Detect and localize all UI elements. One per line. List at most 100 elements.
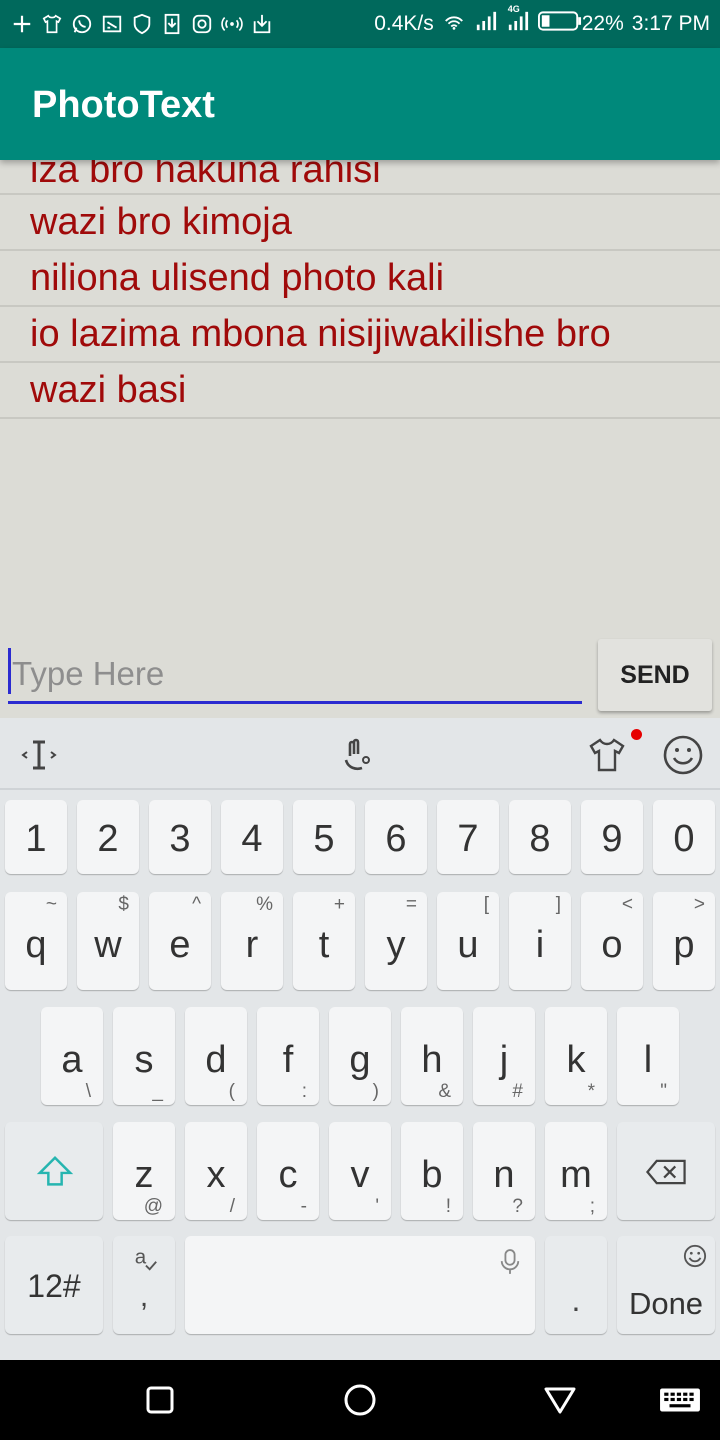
key-f-secondary: :	[301, 1081, 307, 1102]
keyboard-toolbar	[0, 718, 720, 790]
message-list[interactable]: iza bro hakuna rahisi wazi bro kimoja ni…	[0, 140, 720, 420]
key-n[interactable]: n?	[473, 1122, 535, 1220]
key-p-secondary: >	[693, 894, 705, 915]
key-w[interactable]: w $	[77, 892, 139, 990]
theme-shirt-icon[interactable]	[584, 732, 630, 778]
key-i[interactable]: i]	[509, 892, 571, 990]
period-key[interactable]: .	[545, 1236, 607, 1334]
key-p[interactable]: p >	[653, 892, 715, 990]
signal-icon	[474, 10, 498, 38]
key-d-label: d	[205, 1039, 227, 1081]
key-s[interactable]: s _	[113, 1007, 175, 1105]
recents-icon[interactable]	[140, 1380, 180, 1420]
battery-percent: 22%	[581, 12, 624, 35]
key-t-secondary: +	[333, 894, 345, 915]
key-u[interactable]: u[	[437, 892, 499, 990]
done-key[interactable]: Done	[617, 1236, 715, 1334]
space-key[interactable]	[185, 1236, 535, 1334]
microphone-icon	[500, 1249, 520, 1274]
key-9-label: 9	[601, 818, 623, 860]
period-label: .	[571, 1282, 581, 1318]
key-h-secondary: &	[438, 1081, 451, 1102]
key-0[interactable]: 0	[653, 800, 715, 874]
key-m-label: m	[560, 1154, 592, 1196]
home-icon[interactable]	[340, 1380, 380, 1420]
app-title: PhotoText	[32, 84, 215, 126]
key-d-secondary: (	[228, 1081, 235, 1102]
key-5[interactable]: 5	[293, 800, 355, 874]
key-e[interactable]: e ^	[149, 892, 211, 990]
key-a-label: a	[61, 1039, 83, 1081]
key-j-label: j	[499, 1039, 509, 1081]
key-a[interactable]: a \	[41, 1007, 103, 1105]
key-v[interactable]: v '	[329, 1122, 391, 1220]
message-item[interactable]: wazi basi	[0, 363, 720, 419]
key-p-label: p	[673, 924, 695, 966]
message-item[interactable]: wazi bro kimoja	[0, 195, 720, 251]
message-item[interactable]: io lazima mbona nisijiwakilishe bro	[0, 307, 720, 363]
cursor-icon[interactable]	[16, 732, 62, 778]
key-q-secondary: ~	[45, 894, 57, 915]
key-8[interactable]: 8	[509, 800, 571, 874]
key-7[interactable]: 7	[437, 800, 499, 874]
key-y[interactable]: y =	[365, 892, 427, 990]
key-f-label: f	[282, 1039, 294, 1081]
key-2[interactable]: 2	[77, 800, 139, 874]
net-speed: 0.4K/s	[374, 12, 434, 35]
key-2-label: 2	[97, 818, 119, 860]
key-k-secondary: *	[587, 1081, 595, 1102]
key-s-secondary: _	[152, 1081, 163, 1102]
key-w-label: w	[94, 924, 122, 966]
key-v-secondary: '	[375, 1196, 379, 1217]
message-item[interactable]: niliona ulisend photo kali	[0, 251, 720, 307]
key-r-label: r	[245, 924, 259, 966]
key-9[interactable]: 9	[581, 800, 643, 874]
key-b[interactable]: b!	[401, 1122, 463, 1220]
key-x-secondary: /	[229, 1196, 235, 1217]
wifi-icon	[442, 10, 466, 38]
key-j-secondary: #	[512, 1081, 523, 1102]
symbols-key[interactable]: 12#	[5, 1236, 103, 1334]
key-u-secondary: [	[483, 894, 489, 915]
key-z-secondary: @	[143, 1196, 163, 1217]
handwriting-icon[interactable]	[336, 732, 382, 778]
send-button[interactable]: SEND	[598, 639, 712, 711]
key-o[interactable]: o <	[581, 892, 643, 990]
key-d[interactable]: d(	[185, 1007, 247, 1105]
key-c[interactable]: c-	[257, 1122, 319, 1220]
key-t[interactable]: t +	[293, 892, 355, 990]
key-b-secondary: !	[445, 1196, 451, 1217]
emoji-small-icon	[683, 1244, 707, 1268]
key-1[interactable]: 1	[5, 800, 67, 874]
backspace-key[interactable]	[617, 1122, 715, 1220]
done-label: Done	[628, 1286, 704, 1321]
language-comma-key[interactable]: a ,	[113, 1236, 175, 1334]
key-h[interactable]: h &	[401, 1007, 463, 1105]
key-4[interactable]: 4	[221, 800, 283, 874]
key-a-secondary: \	[85, 1081, 91, 1102]
key-q[interactable]: q ~	[5, 892, 67, 990]
key-g[interactable]: g)	[329, 1007, 391, 1105]
key-c-label: c	[278, 1154, 298, 1196]
key-i-label: i	[535, 924, 545, 966]
key-k[interactable]: k *	[545, 1007, 607, 1105]
back-icon[interactable]	[540, 1380, 580, 1420]
message-input[interactable]	[8, 646, 582, 704]
key-l[interactable]: l "	[617, 1007, 679, 1105]
shift-key[interactable]	[5, 1122, 103, 1220]
key-x[interactable]: x /	[185, 1122, 247, 1220]
key-z[interactable]: z @	[113, 1122, 175, 1220]
key-l-label: l	[643, 1039, 653, 1081]
key-w-secondary: $	[118, 894, 129, 915]
key-f[interactable]: f:	[257, 1007, 319, 1105]
key-j[interactable]: j #	[473, 1007, 535, 1105]
key-m[interactable]: m;	[545, 1122, 607, 1220]
key-3[interactable]: 3	[149, 800, 211, 874]
emoji-icon[interactable]	[660, 732, 706, 778]
key-g-label: g	[349, 1039, 371, 1081]
keyboard-switch-icon[interactable]	[658, 1380, 702, 1420]
key-6[interactable]: 6	[365, 800, 427, 874]
key-m-secondary: ;	[589, 1196, 595, 1217]
key-u-label: u	[457, 924, 479, 966]
key-r[interactable]: r%	[221, 892, 283, 990]
